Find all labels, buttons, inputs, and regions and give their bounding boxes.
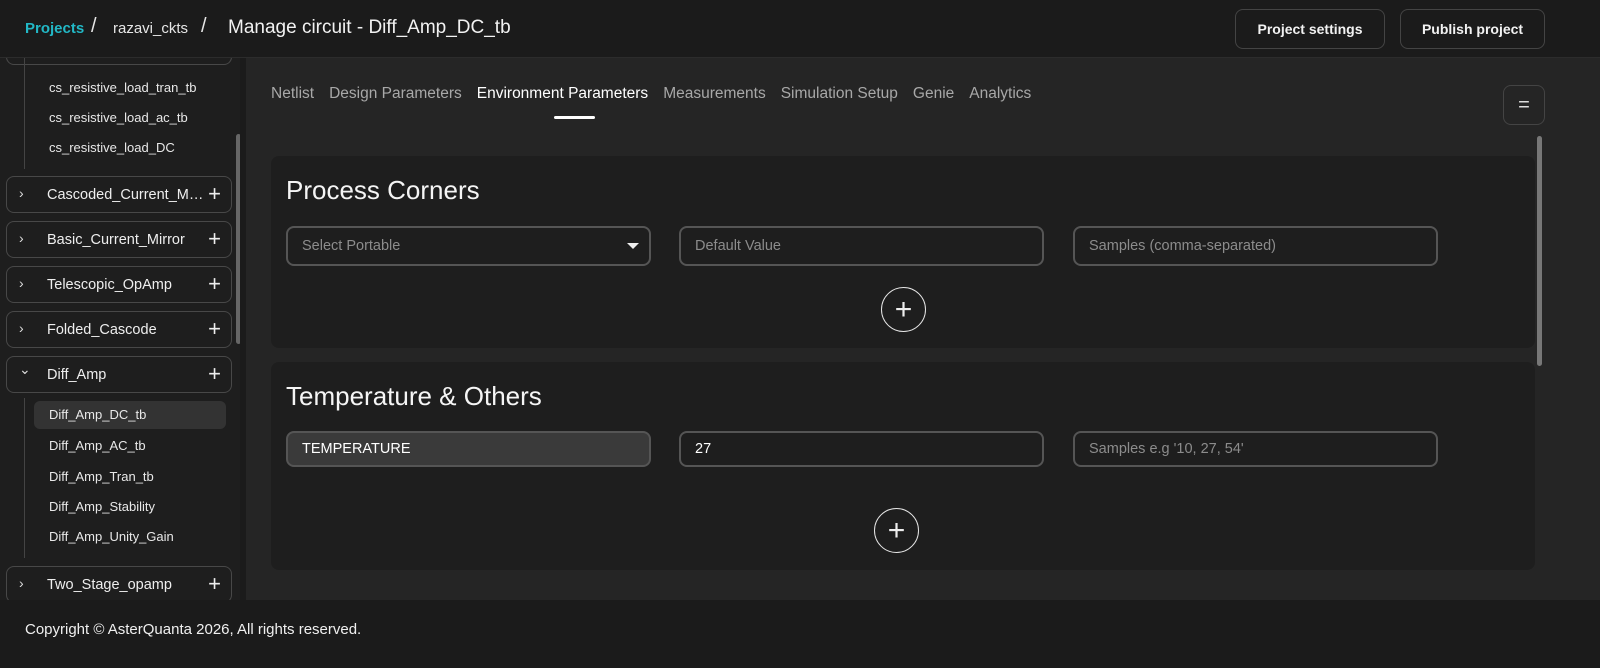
tab-environment-parameters[interactable]: Environment Parameters [477, 85, 648, 103]
sidebar-item-cs-resistive-load-dc[interactable]: cs_resistive_load_DC [34, 134, 226, 162]
page-title: Manage circuit - Diff_Amp_DC_tb [228, 17, 511, 38]
sidebar-scrollbar[interactable] [236, 134, 240, 344]
sidebar-group-basic-current-mirror[interactable]: › Basic_Current_Mirror + [6, 221, 232, 258]
plus-icon: + [887, 513, 906, 547]
temperature-samples-input[interactable]: Samples e.g '10, 27, 54' [1073, 431, 1438, 467]
sidebar-item-diff-amp-tran-tb[interactable]: Diff_Amp_Tran_tb [34, 463, 226, 491]
sidebar-group-diff-amp[interactable]: ⌄ Diff_Amp + [6, 356, 232, 393]
tab-netlist[interactable]: Netlist [271, 85, 314, 103]
sidebar-item-cs-resistive-load-ac-tb[interactable]: cs_resistive_load_ac_tb [34, 104, 226, 132]
tab-design-parameters[interactable]: Design Parameters [329, 85, 462, 103]
temperature-default-input[interactable]: 27 [679, 431, 1044, 467]
menu-icon: = [1518, 93, 1530, 116]
add-environment-parameter-button[interactable]: + [874, 508, 919, 553]
chevron-down-icon: ⌄ [19, 361, 31, 377]
sidebar-group-label: Cascoded_Current_Mirror [47, 187, 205, 203]
select-portable-dropdown[interactable]: Select Portable [286, 226, 651, 266]
sidebar-group-label: Folded_Cascode [47, 322, 157, 338]
tree-line [24, 398, 25, 558]
sidebar-group-folded-cascode[interactable]: › Folded_Cascode + [6, 311, 232, 348]
tab-bar: Netlist Design Parameters Environment Pa… [271, 85, 1031, 103]
breadcrumb-projects-link[interactable]: Projects [25, 20, 84, 37]
sidebar-group-label: Telescopic_OpAmp [47, 277, 172, 293]
temperature-card: Temperature & Others TEMPERATURE 27 Samp… [271, 362, 1535, 570]
sidebar-group-cascoded-current-mirror[interactable]: › Cascoded_Current_Mirror + [6, 176, 232, 213]
sidebar-item-diff-amp-stability[interactable]: Diff_Amp_Stability [34, 493, 226, 521]
chevron-right-icon: › [19, 185, 24, 201]
sidebar-item-diff-amp-ac-tb[interactable]: Diff_Amp_AC_tb [34, 432, 226, 460]
chevron-right-icon: › [19, 575, 24, 591]
active-tab-indicator [554, 116, 595, 119]
main-panel: Netlist Design Parameters Environment Pa… [246, 58, 1600, 612]
breadcrumb-separator: / [201, 15, 207, 37]
publish-project-button[interactable]: Publish project [1400, 9, 1545, 49]
samples-input[interactable]: Samples (comma-separated) [1073, 226, 1438, 266]
sidebar-group-label: Two_Stage_opamp [47, 577, 172, 593]
sidebar-item-diff-amp-unity-gain[interactable]: Diff_Amp_Unity_Gain [34, 523, 226, 551]
top-bar: Projects / razavi_ckts / Manage circuit … [0, 0, 1600, 58]
main-scrollbar[interactable] [1537, 136, 1542, 366]
project-settings-button[interactable]: Project settings [1235, 9, 1385, 49]
tab-simulation-setup[interactable]: Simulation Setup [781, 85, 898, 103]
tab-analytics[interactable]: Analytics [969, 85, 1031, 103]
breadcrumb-namespace-link[interactable]: razavi_ckts [113, 20, 188, 37]
process-corners-title: Process Corners [286, 175, 480, 205]
add-icon[interactable]: + [208, 571, 221, 597]
sidebar-group-telescopic-opamp[interactable]: › Telescopic_OpAmp + [6, 266, 232, 303]
temperature-name-field[interactable]: TEMPERATURE [286, 431, 651, 467]
add-icon[interactable]: + [208, 226, 221, 252]
sidebar-item-diff-amp-dc-tb[interactable]: Diff_Amp_DC_tb [34, 401, 226, 429]
add-icon[interactable]: + [208, 361, 221, 387]
copyright-text: Copyright © AsterQuanta 2026, All rights… [25, 621, 362, 638]
sidebar-item-cs-resistive-load-tran-tb[interactable]: cs_resistive_load_tran_tb [34, 74, 226, 102]
tab-genie[interactable]: Genie [913, 85, 954, 103]
select-portable-placeholder: Select Portable [302, 238, 401, 254]
breadcrumb-separator: / [91, 15, 97, 37]
tab-measurements[interactable]: Measurements [663, 85, 766, 103]
menu-button[interactable]: = [1503, 85, 1545, 125]
chevron-right-icon: › [19, 275, 24, 291]
sidebar-group-cut[interactable] [6, 58, 232, 65]
chevron-right-icon: › [19, 320, 24, 336]
chevron-right-icon: › [19, 230, 24, 246]
process-corners-card: Process Corners Select Portable Default … [271, 156, 1535, 348]
add-icon[interactable]: + [208, 181, 221, 207]
sidebar-group-label: Basic_Current_Mirror [47, 232, 185, 248]
caret-down-icon [627, 243, 639, 249]
default-value-input[interactable]: Default Value [679, 226, 1044, 266]
footer: Copyright © AsterQuanta 2026, All rights… [0, 600, 1600, 668]
sidebar: cs_resistive_load_tran_tb cs_resistive_l… [0, 58, 240, 612]
temperature-title: Temperature & Others [286, 381, 542, 411]
add-icon[interactable]: + [208, 271, 221, 297]
sidebar-group-label: Diff_Amp [47, 367, 107, 383]
plus-icon: + [894, 292, 913, 326]
add-icon[interactable]: + [208, 316, 221, 342]
tree-line [24, 58, 25, 169]
sidebar-group-two-stage-opamp[interactable]: › Two_Stage_opamp + [6, 566, 232, 603]
add-process-corner-button[interactable]: + [881, 287, 926, 332]
